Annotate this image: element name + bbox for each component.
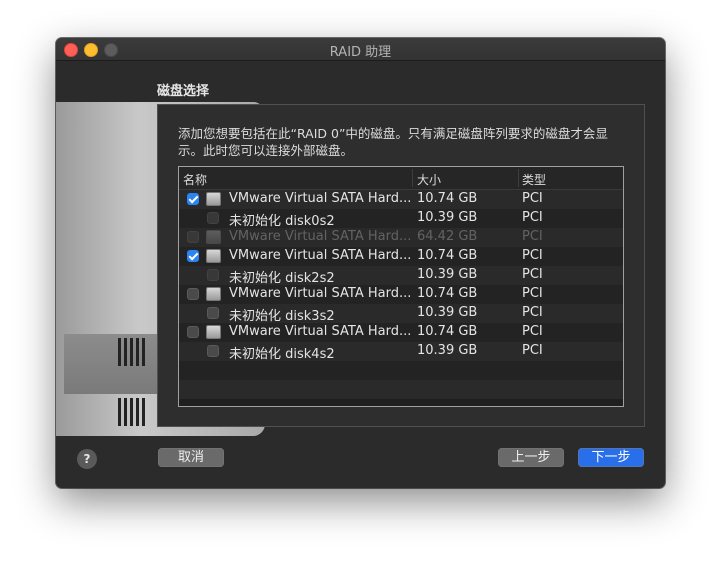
cell-type: PCI xyxy=(522,305,543,320)
back-button[interactable]: 上一步 xyxy=(498,448,564,467)
cell-name: 未初始化 disk3s2 xyxy=(229,309,335,324)
vent-graphic xyxy=(124,398,127,426)
column-divider xyxy=(412,169,413,187)
vent-graphic xyxy=(136,338,139,366)
column-divider xyxy=(518,169,519,187)
cell-name: VMware Virtual SATA Hard... xyxy=(229,324,412,339)
title-bar: RAID 助理 xyxy=(56,38,665,61)
vent-graphic xyxy=(136,398,139,426)
column-header-name[interactable]: 名称 xyxy=(183,171,207,188)
cell-name: VMware Virtual SATA Hard... xyxy=(229,191,412,206)
disk-checkbox xyxy=(207,212,219,224)
disk-checkbox[interactable] xyxy=(187,326,199,338)
table-row[interactable]: VMware Virtual SATA Hard... 10.74 GB PCI xyxy=(179,285,623,304)
table-row[interactable]: VMware Virtual SATA Hard... 10.74 GB PCI xyxy=(179,247,623,266)
disk-icon xyxy=(206,249,221,263)
cell-type: PCI xyxy=(522,248,543,263)
cell-type: PCI xyxy=(522,324,543,339)
vent-graphic xyxy=(142,338,145,366)
vent-graphic xyxy=(142,398,145,426)
cell-size: 10.39 GB xyxy=(417,210,478,225)
disk-checkbox xyxy=(207,269,219,281)
cell-name: VMware Virtual SATA Hard... xyxy=(229,286,412,301)
table-row[interactable]: 未初始化 disk0s2 10.39 GB PCI xyxy=(179,209,623,229)
description-text: 添加您想要包括在此“RAID 0”中的磁盘。只有满足磁盘阵列要求的磁盘才会显示。… xyxy=(178,126,608,158)
disk-icon xyxy=(206,192,221,206)
cell-type: PCI xyxy=(522,286,543,301)
cell-type: PCI xyxy=(522,210,543,225)
table-row[interactable]: 未初始化 disk2s2 10.39 GB PCI xyxy=(179,266,623,286)
column-header-type[interactable]: 类型 xyxy=(522,171,546,188)
cell-size: 10.74 GB xyxy=(417,286,478,301)
disk-icon xyxy=(206,325,221,339)
vent-graphic xyxy=(130,338,133,366)
disk-checkbox[interactable] xyxy=(207,307,219,319)
cell-type: PCI xyxy=(522,267,543,282)
vent-graphic xyxy=(130,398,133,426)
table-row[interactable]: 未初始化 disk3s2 10.39 GB PCI xyxy=(179,304,623,324)
table-row[interactable]: 未初始化 disk4s2 10.39 GB PCI xyxy=(179,342,623,362)
disk-icon xyxy=(206,230,221,244)
raid-assistant-window: RAID 助理 磁盘选择 添加您想要包括在此“RAID 0”中的磁盘。只有满足磁… xyxy=(56,38,665,488)
next-button[interactable]: 下一步 xyxy=(578,448,644,467)
help-button[interactable]: ? xyxy=(77,449,97,469)
disk-table: 名称 大小 类型 VMware Virtual SATA Hard... 10.7… xyxy=(178,166,624,407)
disk-checkbox[interactable] xyxy=(187,288,199,300)
cell-size: 10.39 GB xyxy=(417,343,478,358)
section-title: 磁盘选择 xyxy=(157,84,210,99)
disk-checkbox[interactable] xyxy=(207,345,219,357)
disk-icon xyxy=(206,287,221,301)
vent-graphic xyxy=(124,338,127,366)
table-header: 名称 大小 类型 xyxy=(179,167,623,190)
disk-selection-panel: 添加您想要包括在此“RAID 0”中的磁盘。只有满足磁盘阵列要求的磁盘才会显示。… xyxy=(157,104,645,427)
table-row[interactable]: VMware Virtual SATA Hard... 10.74 GB PCI xyxy=(179,190,623,209)
disk-checkbox[interactable] xyxy=(187,250,199,262)
cell-size: 64.42 GB xyxy=(417,229,478,244)
table-row[interactable]: VMware Virtual SATA Hard... 10.74 GB PCI xyxy=(179,323,623,342)
disk-checkbox xyxy=(187,231,199,243)
cell-size: 10.39 GB xyxy=(417,267,478,282)
cell-size: 10.74 GB xyxy=(417,191,478,206)
cell-name: 未初始化 disk2s2 xyxy=(229,271,335,286)
cancel-button[interactable]: 取消 xyxy=(158,448,224,467)
cell-size: 10.74 GB xyxy=(417,324,478,339)
empty-table-row xyxy=(179,361,623,380)
window-title: RAID 助理 xyxy=(329,45,392,60)
cell-name: VMware Virtual SATA Hard... xyxy=(229,248,412,263)
vent-graphic xyxy=(118,338,121,366)
vent-graphic xyxy=(118,398,121,426)
cell-type: PCI xyxy=(522,191,543,206)
cell-name: VMware Virtual SATA Hard... xyxy=(229,229,412,244)
cell-size: 10.39 GB xyxy=(417,305,478,320)
cell-type: PCI xyxy=(522,343,543,358)
disk-checkbox[interactable] xyxy=(187,193,199,205)
table-row[interactable]: VMware Virtual SATA Hard... 64.42 GB PCI xyxy=(179,228,623,247)
cell-type: PCI xyxy=(522,229,543,244)
cell-name: 未初始化 disk0s2 xyxy=(229,214,335,229)
cell-size: 10.74 GB xyxy=(417,248,478,263)
empty-table-row xyxy=(179,380,623,399)
column-header-size[interactable]: 大小 xyxy=(417,171,441,188)
cell-name: 未初始化 disk4s2 xyxy=(229,347,335,362)
